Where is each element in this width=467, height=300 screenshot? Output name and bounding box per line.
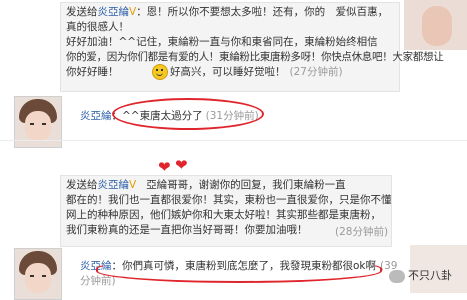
message-1-text: ：恩！所以你不要想太多啦！还有，你的 爱似百惠， xyxy=(136,6,389,18)
message-1-recipient-link[interactable]: 炎亞綸 xyxy=(98,6,130,18)
smiley-icon xyxy=(152,64,168,80)
message-2-text: 亞綸哥哥，谢谢你的回复，我们東綸粉一直 xyxy=(146,179,346,191)
message-2-line-1: 发送给炎亞綸V 亞綸哥哥，谢谢你的回复，我们東綸粉一直 xyxy=(66,179,346,191)
message-1-line-4: 你的爱，因为你们都是有爱的人！東綸粉比東唐粉多呀！你快点休息吧！大家都想让 xyxy=(66,51,444,63)
message-2-line-3: 网上的种种原因，他们嫉妒你和大東太好啦！其实那些都是東唐粉， xyxy=(66,209,381,221)
divider xyxy=(0,140,467,141)
side-photo xyxy=(404,0,467,50)
message-2-prefix: 发送给 xyxy=(66,179,98,191)
message-2-line-2: 都在的！我们也一直都很爱你！其实，東粉也一直很爱你，只是你不懂 xyxy=(66,194,392,206)
message-2-recipient-link[interactable]: 炎亞綸 xyxy=(98,179,130,191)
message-2-line-4: 我们東粉真的还是一直把你当好哥哥！你要加油哦！ xyxy=(66,224,308,236)
highlight-underline-2 xyxy=(96,259,382,283)
message-1-line-5: 你好好睡！ xyxy=(66,66,119,78)
heart-icon-1: ❤ xyxy=(158,158,171,176)
message-1-prefix: 发送给 xyxy=(66,6,98,18)
message-1-time: (27分钟前) xyxy=(289,66,343,78)
avatar-reply-2[interactable] xyxy=(14,248,62,300)
highlight-circle-1 xyxy=(112,98,264,130)
message-1-line-3: 好好加油！^^记住，東綸粉一直与你和東省同在，東綸粉始终相信 xyxy=(66,36,378,48)
watermark-text: 不只八卦 xyxy=(408,269,452,282)
message-1-line-2: 真的很感人！ xyxy=(66,21,129,33)
chat-bubble-icon xyxy=(389,269,405,283)
heart-icon-2: ❤ xyxy=(175,156,188,174)
watermark: 不只八卦 xyxy=(389,267,452,283)
reply-1-author-link[interactable]: 炎亞綸 xyxy=(80,110,112,122)
message-2-time: (28分钟前) xyxy=(335,226,389,238)
message-1-line-6: 好高兴，可以睡好觉啦！ (27分钟前) xyxy=(150,64,343,80)
message-1-line-1: 发送给炎亞綸V：恩！所以你不要想太多啦！还有，你的 爱似百惠， xyxy=(66,6,389,18)
